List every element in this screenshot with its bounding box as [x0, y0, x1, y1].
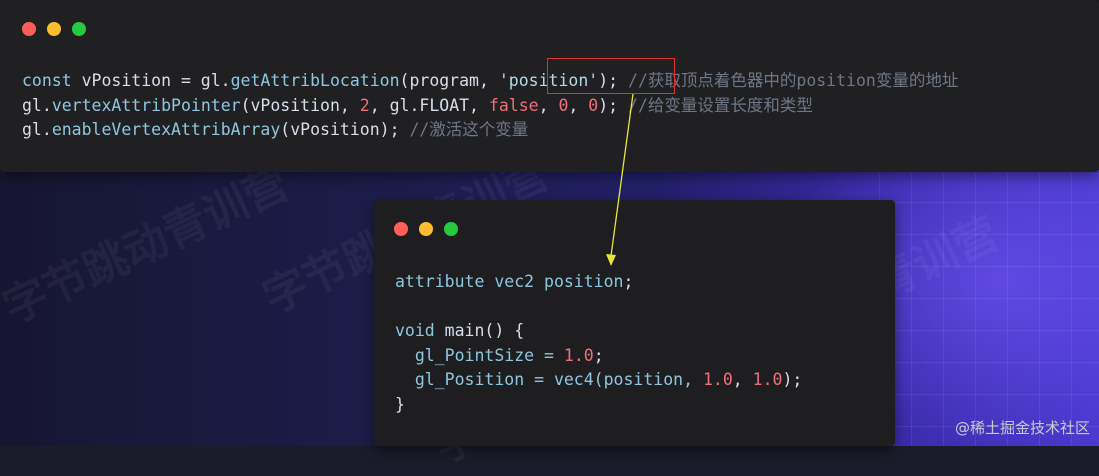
annotation-arrow [606, 93, 634, 266]
arrow-head [606, 254, 616, 266]
arrow-line [610, 93, 634, 257]
source-watermark: @稀土掘金技术社区 [954, 419, 1090, 437]
